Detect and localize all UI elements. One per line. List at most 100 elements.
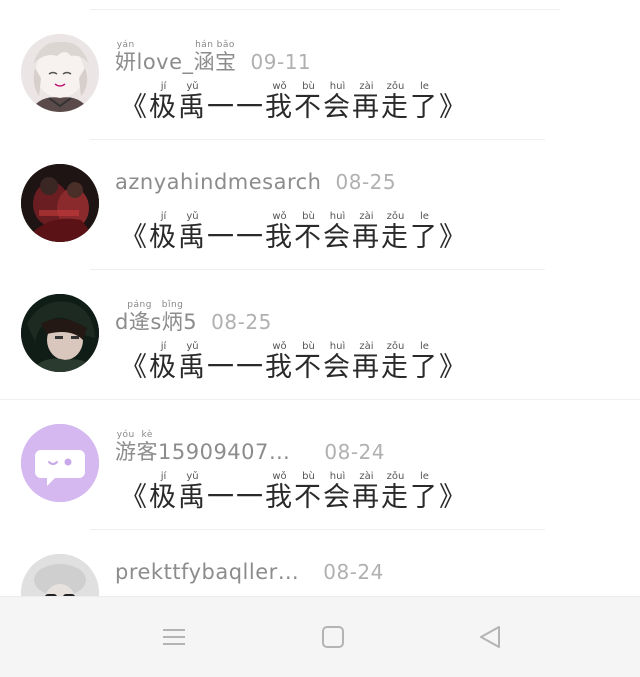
- username[interactable]: 游yóu客kè15909407…: [115, 430, 290, 464]
- annotated-char: 客kè: [136, 430, 158, 464]
- pinyin-annotation: bù: [294, 81, 323, 92]
- annotated-char: 极jí: [149, 81, 178, 123]
- home-button[interactable]: [313, 619, 353, 655]
- pinyin-annotation: le: [410, 211, 439, 222]
- post-date: 09-11: [250, 50, 312, 74]
- annotated-char: 宝bǎo: [215, 40, 237, 74]
- annotated-char: 会huì: [323, 211, 352, 253]
- text-segment: 《: [120, 482, 149, 513]
- pinyin-annotation: huì: [323, 211, 352, 222]
- pinyin-annotation: zài: [352, 81, 381, 92]
- annotated-char: 再zài: [352, 471, 381, 513]
- annotated-char: 极jí: [149, 471, 178, 513]
- pinyin-annotation: jí: [149, 471, 178, 482]
- back-button[interactable]: [470, 619, 510, 655]
- post-date: 08-25: [211, 310, 272, 334]
- pinyin-annotation: yǔ: [178, 341, 207, 352]
- list-item[interactable]: 妍yánlove_涵hán宝bǎo 09-11 《极jí禹yǔ一一我wǒ不bù会h…: [0, 9, 640, 139]
- pinyin-annotation: wǒ: [265, 341, 294, 352]
- annotated-char: 了le: [410, 471, 439, 513]
- pinyin-annotation: páng: [127, 300, 152, 310]
- pinyin-annotation: wǒ: [265, 211, 294, 222]
- annotated-char: 炳bǐng: [161, 300, 184, 334]
- pinyin-annotation: zǒu: [381, 81, 410, 92]
- pinyin-annotation: yóu: [115, 430, 137, 440]
- pinyin-annotation: wǒ: [265, 471, 294, 482]
- pinyin-annotation: jí: [149, 81, 178, 92]
- pinyin-annotation: huì: [323, 341, 352, 352]
- annotated-char: 极jí: [149, 211, 178, 253]
- post-meta: d逄pángs炳bǐng5 08-25: [115, 300, 272, 336]
- pinyin-annotation: zài: [352, 341, 381, 352]
- text-segment: 》: [439, 482, 468, 513]
- annotated-char: 走zǒu: [381, 341, 410, 383]
- annotated-char: 再zài: [352, 341, 381, 383]
- list-item[interactable]: d逄pángs炳bǐng5 08-25 《极jí禹yǔ一一我wǒ不bù会huì再z…: [0, 269, 640, 399]
- pinyin-annotation: zǒu: [381, 471, 410, 482]
- pinyin-annotation: zǒu: [381, 341, 410, 352]
- pinyin-annotation: bù: [294, 471, 323, 482]
- list-item[interactable]: aznyahindmesarch 08-25 《极jí禹yǔ一一我wǒ不bù会hu…: [0, 139, 640, 269]
- pinyin-annotation: yán: [115, 40, 137, 50]
- annotated-char: 妍yán: [115, 40, 137, 74]
- photo-avatar-dark[interactable]: [21, 164, 99, 242]
- annotated-char: 不bù: [294, 81, 323, 123]
- pinyin-annotation: bǐng: [161, 300, 184, 310]
- username[interactable]: d逄pángs炳bǐng5: [115, 300, 198, 334]
- annotated-char: 再zài: [352, 211, 381, 253]
- pinyin-annotation: bǎo: [215, 40, 237, 50]
- pinyin-annotation: bù: [294, 211, 323, 222]
- annotated-char: 不bù: [294, 471, 323, 513]
- annotated-char: 极jí: [149, 341, 178, 383]
- text-segment: 一一: [207, 482, 265, 513]
- annotated-char: 我wǒ: [265, 341, 294, 383]
- pinyin-annotation: kè: [136, 430, 158, 440]
- text-segment: 《: [120, 352, 149, 383]
- annotated-char: 我wǒ: [265, 211, 294, 253]
- text-segment: 《: [120, 92, 149, 123]
- post-meta: 妍yánlove_涵hán宝bǎo 09-11: [115, 40, 311, 76]
- annotated-char: 走zǒu: [381, 471, 410, 513]
- annotated-char: 不bù: [294, 211, 323, 253]
- text-segment: aznyahindmesarch: [115, 170, 322, 194]
- text-segment: 一一: [207, 352, 265, 383]
- post-title[interactable]: 《极jí禹yǔ一一我wǒ不bù会huì再zài走zǒu了le》: [120, 211, 468, 254]
- photo-avatar-person[interactable]: [21, 294, 99, 372]
- home-square-icon: [322, 626, 344, 648]
- system-nav-bar: [0, 596, 640, 677]
- annotated-char: 会huì: [323, 471, 352, 513]
- pinyin-annotation: zài: [352, 211, 381, 222]
- post-date: 08-25: [335, 170, 397, 194]
- menu-button[interactable]: [154, 619, 194, 655]
- post-title[interactable]: 《极jí禹yǔ一一我wǒ不bù会huì再zài走zǒu了le》: [120, 471, 468, 514]
- annotated-char: 禹yǔ: [178, 211, 207, 253]
- pinyin-annotation: bù: [294, 341, 323, 352]
- menu-icon: [163, 629, 185, 645]
- annotated-char: 逄páng: [127, 300, 152, 334]
- post-title[interactable]: 《极jí禹yǔ一一我wǒ不bù会huì再zài走zǒu了le》: [120, 341, 468, 384]
- annotated-char: 走zǒu: [381, 211, 410, 253]
- text-segment: 》: [439, 222, 468, 253]
- text-segment: 》: [439, 352, 468, 383]
- pinyin-annotation: le: [410, 471, 439, 482]
- pinyin-annotation: jí: [149, 341, 178, 352]
- pinyin-annotation: yǔ: [178, 471, 207, 482]
- list-item[interactable]: 游yóu客kè15909407… 08-24 《极jí禹yǔ一一我wǒ不bù会hu…: [0, 399, 640, 529]
- username[interactable]: aznyahindmesarch: [115, 170, 322, 194]
- annotated-char: 禹yǔ: [178, 471, 207, 513]
- post-title[interactable]: 《极jí禹yǔ一一我wǒ不bù会huì再zài走zǒu了le》: [120, 81, 468, 124]
- text-segment: 5: [183, 310, 198, 334]
- pinyin-annotation: huì: [323, 81, 352, 92]
- username[interactable]: 妍yánlove_涵hán宝bǎo: [115, 40, 237, 74]
- chat-bubble-icon[interactable]: [21, 424, 99, 502]
- pinyin-annotation: yǔ: [178, 211, 207, 222]
- annotated-char: 会huì: [323, 81, 352, 123]
- annotated-char: 了le: [410, 211, 439, 253]
- annotated-char: 了le: [410, 341, 439, 383]
- annotated-char: 走zǒu: [381, 81, 410, 123]
- pinyin-annotation: jí: [149, 211, 178, 222]
- text-segment: 《: [120, 222, 149, 253]
- anime-character-avatar[interactable]: [21, 34, 99, 112]
- username[interactable]: prekttfybaqller…: [115, 560, 299, 584]
- annotated-char: 禹yǔ: [178, 341, 207, 383]
